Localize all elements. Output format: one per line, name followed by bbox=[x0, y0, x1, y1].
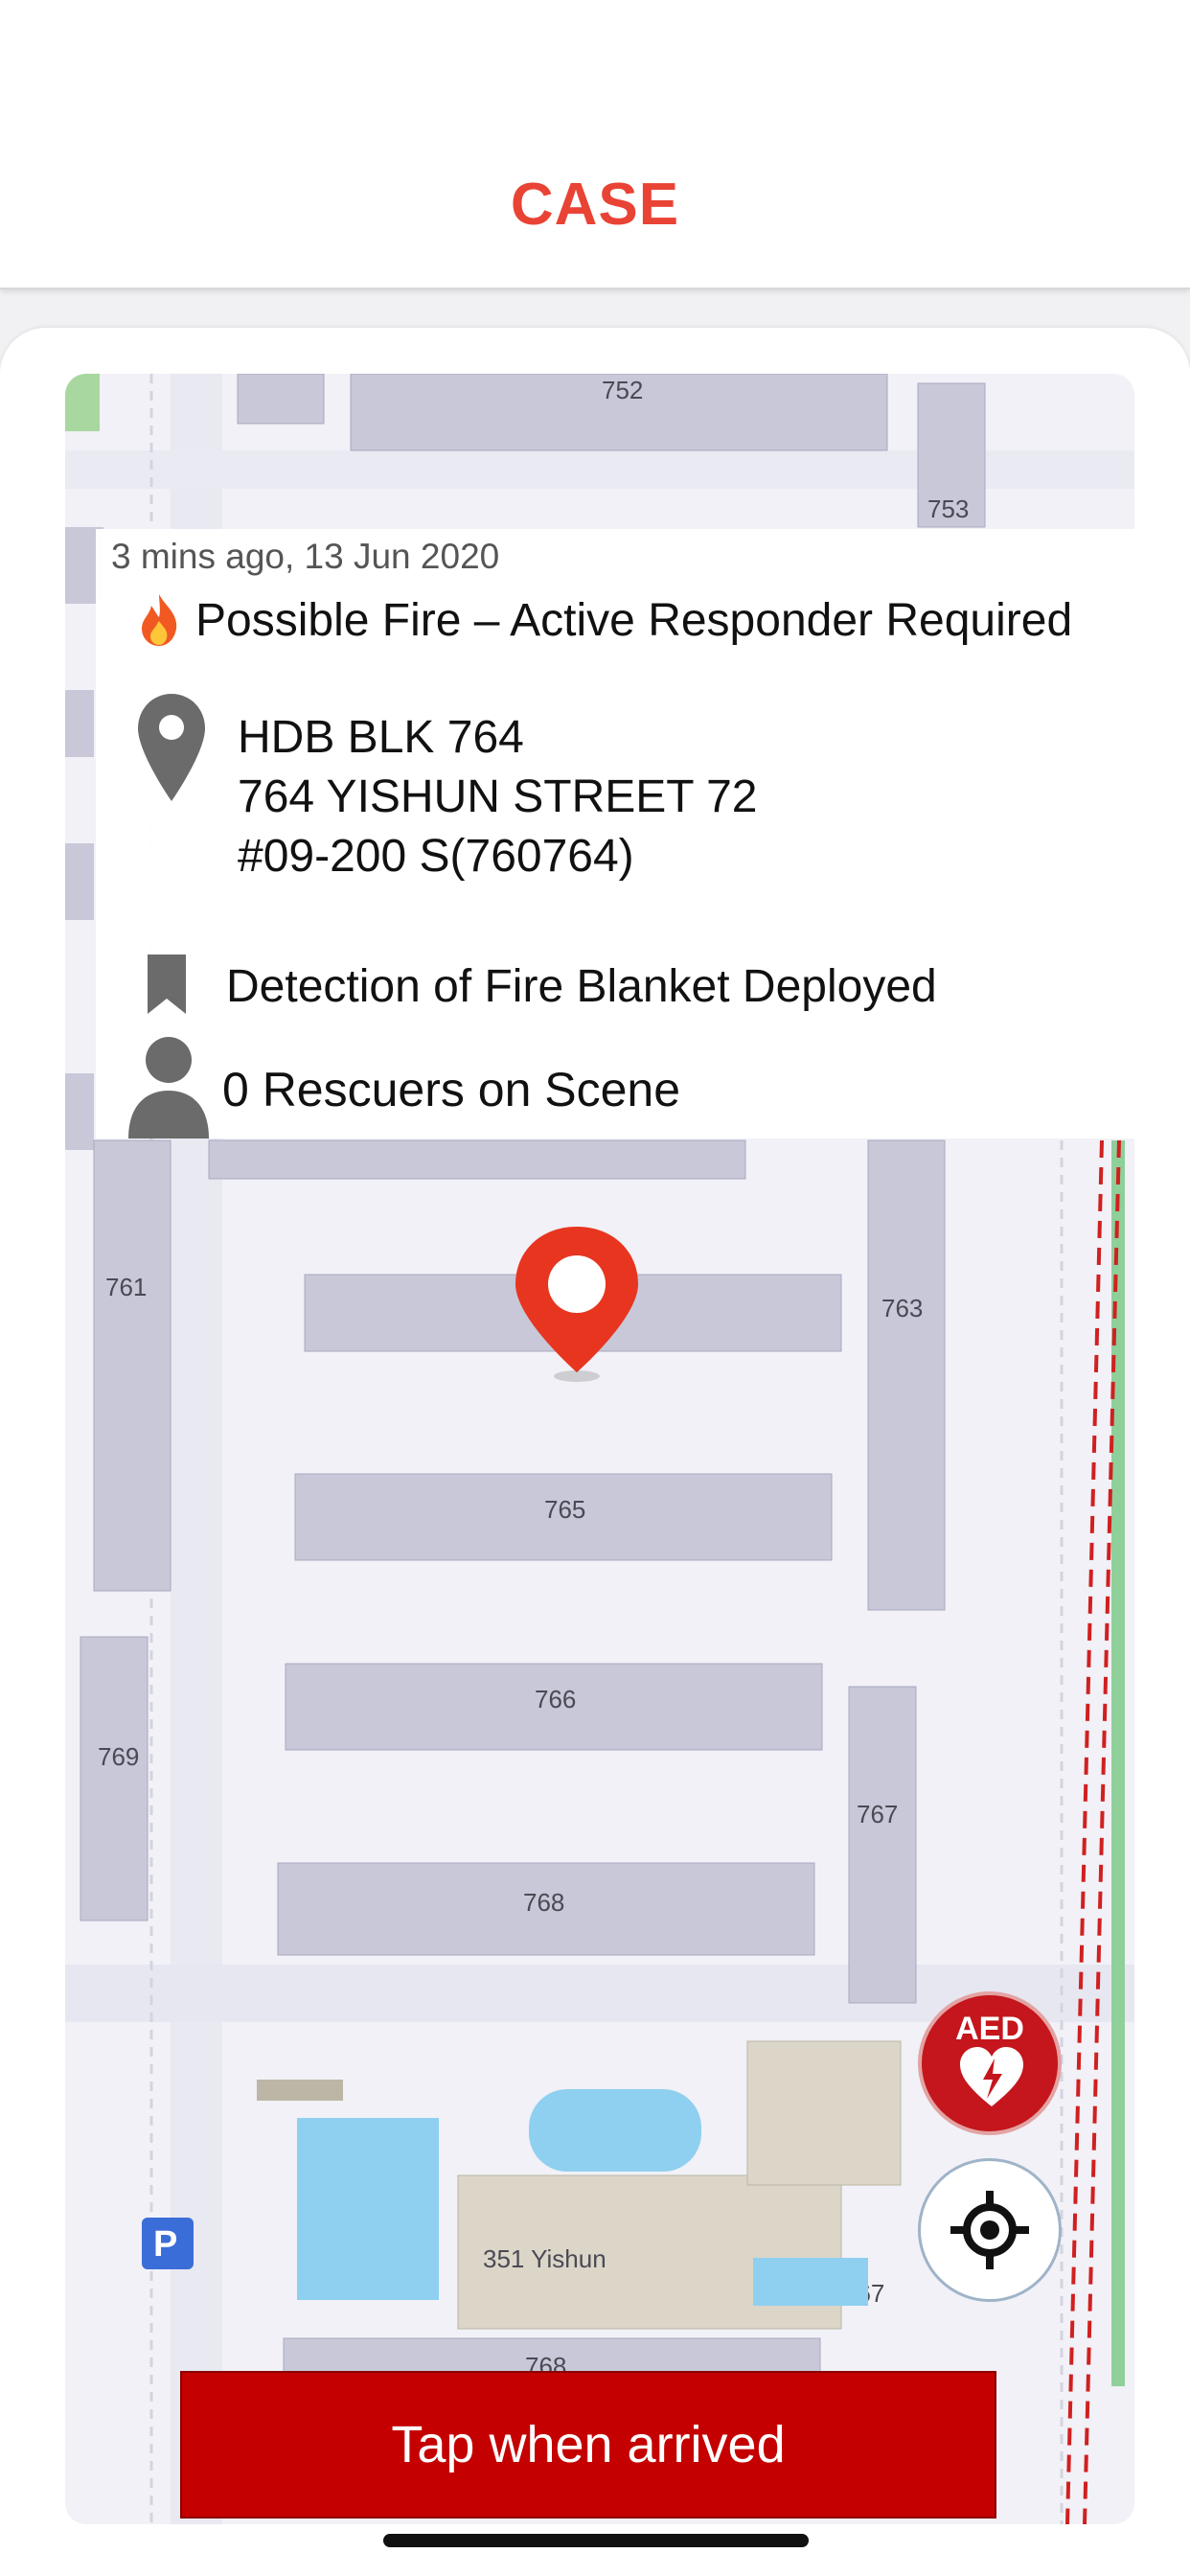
poi-label-school: 351 Yishun bbox=[483, 2244, 606, 2273]
address-line-3: #09-200 S(760764) bbox=[238, 831, 634, 882]
parking-label: P bbox=[153, 2224, 177, 2265]
block-label-752: 752 bbox=[602, 376, 643, 404]
block-label-769: 769 bbox=[98, 1742, 139, 1771]
block-label-766: 766 bbox=[535, 1685, 576, 1714]
rescuers-count: 0 Rescuers on Scene bbox=[222, 1063, 681, 1116]
address-line-2: 764 YISHUN STREET 72 bbox=[238, 771, 758, 822]
detection-status: Detection of Fire Blanket Deployed bbox=[226, 961, 937, 1012]
locate-me-button[interactable] bbox=[918, 2158, 1062, 2302]
top-header: CASE bbox=[0, 0, 1190, 289]
page-title: CASE bbox=[510, 172, 680, 238]
block-label-761: 761 bbox=[105, 1273, 147, 1301]
tap-when-arrived-button[interactable]: Tap when arrived bbox=[180, 2371, 996, 2518]
alert-title: Possible Fire – Active Responder Require… bbox=[195, 594, 1073, 646]
block-label-753: 753 bbox=[927, 494, 969, 523]
crosshair-icon bbox=[950, 2191, 1029, 2269]
block-label-768: 768 bbox=[523, 1888, 564, 1917]
aed-button[interactable]: AED bbox=[918, 1991, 1062, 2135]
block-label-767: 767 bbox=[857, 1800, 898, 1828]
incident-panel: 3 mins ago, 13 Jun 2020 Possible Fire – … bbox=[96, 529, 1150, 1138]
map-pin-icon bbox=[138, 694, 205, 801]
bookmark-icon bbox=[148, 954, 186, 1014]
block-label-763: 763 bbox=[881, 1294, 923, 1322]
person-icon bbox=[128, 1037, 209, 1138]
aed-label: AED bbox=[955, 2011, 1024, 2047]
block-label-765: 765 bbox=[544, 1495, 585, 1524]
aed-heart-icon bbox=[960, 2047, 1023, 2106]
home-indicator[interactable] bbox=[383, 2534, 809, 2547]
incident-timestamp: 3 mins ago, 13 Jun 2020 bbox=[111, 537, 500, 576]
address-line-1: HDB BLK 764 bbox=[238, 712, 524, 763]
alert-row: Possible Fire – Active Responder Require… bbox=[136, 592, 1072, 648]
fire-icon bbox=[142, 594, 177, 646]
